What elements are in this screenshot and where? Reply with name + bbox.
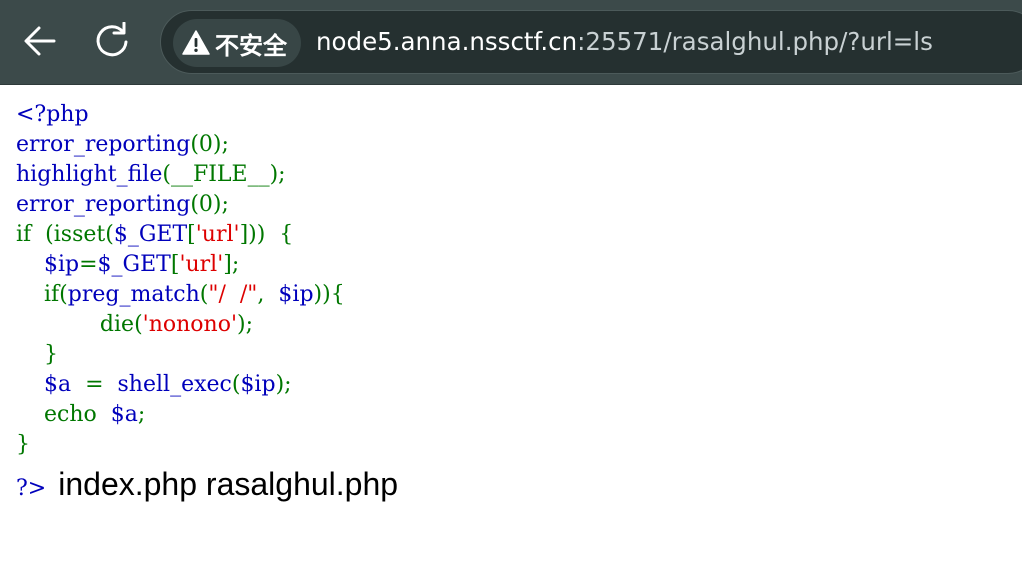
browser-toolbar: 不安全 node5.anna.nssctf.cn:25571/rasalghul… [0, 0, 1022, 85]
code-line: if(preg_match("/ /", $ip)){ [43, 282, 345, 307]
warning-triangle-icon [179, 26, 213, 60]
code-line: error_reporting(0); [16, 192, 229, 217]
arrow-left-icon [24, 26, 56, 56]
code-line: highlight_file(__FILE__); [16, 162, 286, 187]
url-text[interactable]: node5.anna.nssctf.cn:25571/rasalghul.php… [316, 11, 933, 73]
php-close-tag: ?> [16, 476, 47, 501]
url-host: node5.anna.nssctf.cn [316, 27, 578, 56]
reload-icon [96, 22, 128, 57]
url-path: :25571/rasalghul.php/?url=ls [577, 27, 933, 56]
php-source-code: <?php error_reporting(0); highlight_file… [16, 100, 345, 460]
code-line: $a = shell_exec($ip); [43, 372, 292, 397]
address-bar[interactable]: 不安全 node5.anna.nssctf.cn:25571/rasalghul… [160, 10, 1022, 74]
security-label: 不安全 [215, 31, 287, 60]
back-button[interactable] [17, 18, 63, 64]
code-line: } [16, 432, 30, 457]
code-line: <?php [16, 102, 89, 127]
code-line: echo $a; [43, 402, 146, 427]
command-output: index.php rasalghul.php [58, 466, 399, 502]
security-indicator[interactable]: 不安全 [173, 19, 301, 67]
code-line: $ip=$_GET['url']; [43, 252, 240, 277]
code-line: if (isset($_GET['url'])) { [16, 222, 294, 247]
code-line: error_reporting(0); [16, 132, 229, 157]
code-line: } [16, 342, 58, 367]
reload-button[interactable] [89, 18, 135, 64]
page-output: ?> index.php rasalghul.php [16, 466, 398, 506]
code-line: die('nonono'); [99, 312, 253, 337]
